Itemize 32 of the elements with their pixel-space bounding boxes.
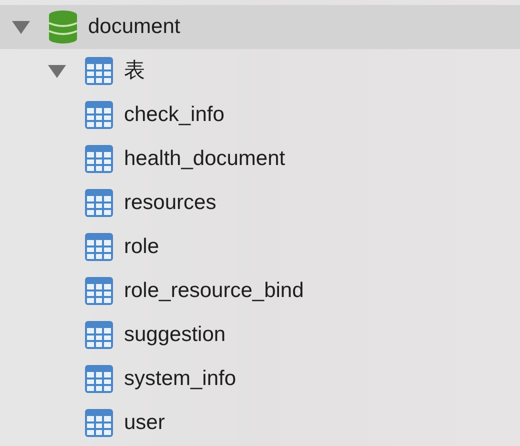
table-icon — [84, 364, 114, 394]
tree-row[interactable]: document — [0, 5, 520, 49]
tree-row[interactable]: system_info — [0, 357, 520, 401]
tree-row[interactable]: resources — [0, 181, 520, 225]
expanded-caret-icon[interactable] — [12, 20, 30, 34]
table-icon — [84, 320, 114, 350]
table-icon — [84, 56, 114, 86]
tree-label: system_info — [124, 366, 236, 392]
database-icon — [48, 10, 78, 44]
tree-label: role — [124, 234, 160, 260]
tree-label: suggestion — [124, 322, 226, 348]
expanded-caret-icon[interactable] — [48, 64, 66, 78]
table-icon — [84, 408, 114, 438]
tree-label: resources — [124, 190, 216, 216]
table-icon — [84, 232, 114, 262]
tree-label: check_info — [124, 102, 224, 128]
tree-label: user — [124, 410, 165, 436]
tree-label: health_document — [124, 146, 286, 172]
tree-label: document — [88, 14, 180, 40]
tree-row[interactable]: health_document — [0, 137, 520, 181]
tree-label: role_resource_bind — [124, 278, 304, 304]
tree-row[interactable]: suggestion — [0, 313, 520, 357]
table-icon — [84, 100, 114, 130]
tree-row[interactable]: user — [0, 401, 520, 445]
tree-row[interactable]: role — [0, 225, 520, 269]
tree-row[interactable]: check_info — [0, 93, 520, 137]
tree-row[interactable]: role_resource_bind — [0, 269, 520, 313]
table-icon — [84, 188, 114, 218]
tree-row[interactable]: 表 — [0, 49, 520, 93]
tree-label: 表 — [124, 58, 145, 84]
table-icon — [84, 276, 114, 306]
table-icon — [84, 144, 114, 174]
